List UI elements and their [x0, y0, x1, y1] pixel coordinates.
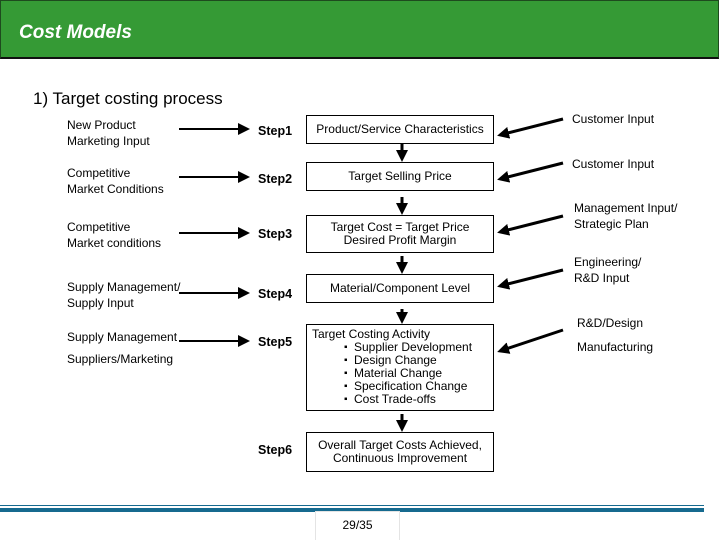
footer-rule-thin	[0, 505, 704, 506]
right-arrow-5	[497, 328, 564, 354]
right-arrow-1	[497, 117, 564, 139]
arrows-layer	[179, 117, 564, 432]
page-number: 29/35	[315, 511, 400, 540]
right-arrow-4	[497, 268, 564, 290]
right-arrow-3	[497, 214, 564, 236]
right-arrow-2	[497, 161, 564, 183]
